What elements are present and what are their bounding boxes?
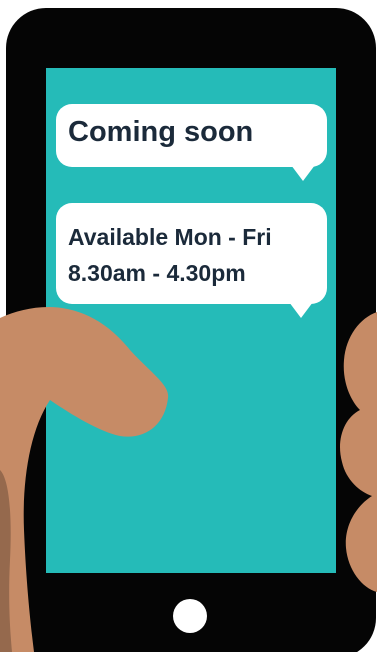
chat-bubble-icon: Coming soon bbox=[56, 104, 327, 181]
phone-illustration bbox=[0, 8, 377, 652]
availability-days-text: Available Mon - Fri bbox=[68, 224, 272, 250]
bubble-tail bbox=[289, 302, 313, 318]
availability-hours-text: 8.30am - 4.30pm bbox=[68, 260, 246, 286]
coming-soon-text: Coming soon bbox=[68, 116, 254, 148]
bubble-tail bbox=[291, 165, 315, 181]
availability-bubble: Available Mon - Fri 8.30am - 4.30pm bbox=[56, 203, 327, 318]
home-button-icon[interactable] bbox=[173, 599, 207, 633]
